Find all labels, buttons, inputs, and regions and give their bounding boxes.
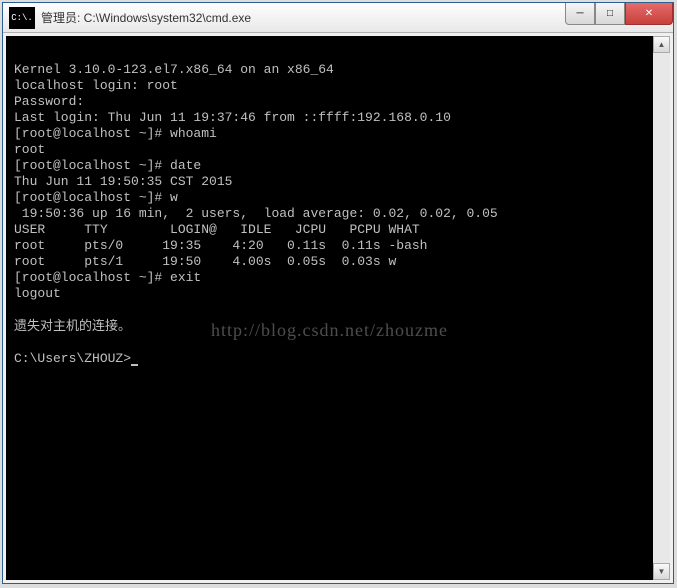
arrow-up-icon: ▲ (658, 40, 666, 49)
terminal-line-connection-lost: 遗失对主机的连接。 (14, 318, 131, 333)
terminal-line: Last login: Thu Jun 11 19:37:46 from ::f… (14, 110, 451, 125)
terminal-line: root pts/0 19:35 4:20 0.11s 0.11s -bash (14, 238, 427, 253)
terminal-line: [root@localhost ~]# whoami (14, 126, 217, 141)
terminal-line: Kernel 3.10.0-123.el7.x86_64 on an x86_6… (14, 62, 334, 77)
terminal-line: Password: (14, 94, 84, 109)
client-area: Kernel 3.10.0-123.el7.x86_64 on an x86_6… (3, 33, 673, 583)
maximize-icon: □ (607, 8, 613, 19)
scrollbar-track[interactable] (653, 53, 670, 563)
minimize-icon: ─ (576, 8, 583, 19)
arrow-down-icon: ▼ (658, 567, 666, 576)
terminal-line: Thu Jun 11 19:50:35 CST 2015 (14, 174, 232, 189)
close-icon: ✕ (645, 8, 653, 19)
titlebar[interactable]: C:\. 管理员: C:\Windows\system32\cmd.exe ─ … (3, 3, 673, 33)
terminal-prompt: C:\Users\ZHOUZ> (14, 351, 131, 366)
window-controls: ─ □ ✕ (565, 3, 673, 25)
scrollbar[interactable]: ▲ ▼ (653, 36, 670, 580)
terminal-line: USER TTY LOGIN@ IDLE JCPU PCPU WHAT (14, 222, 420, 237)
cursor (131, 364, 138, 366)
scroll-down-button[interactable]: ▼ (653, 563, 670, 580)
terminal-line: 19:50:36 up 16 min, 2 users, load averag… (14, 206, 498, 221)
close-button[interactable]: ✕ (625, 3, 673, 25)
terminal-line: [root@localhost ~]# w (14, 190, 178, 205)
terminal-line: [root@localhost ~]# exit (14, 270, 201, 285)
scroll-up-button[interactable]: ▲ (653, 36, 670, 53)
app-icon-text: C:\. (11, 13, 33, 23)
terminal-line: localhost login: root (14, 78, 178, 93)
terminal-line: logout (14, 286, 61, 301)
cmd-window: C:\. 管理员: C:\Windows\system32\cmd.exe ─ … (2, 2, 674, 584)
terminal-line: root (14, 142, 45, 157)
minimize-button[interactable]: ─ (565, 3, 595, 25)
maximize-button[interactable]: □ (595, 3, 625, 25)
window-title: 管理员: C:\Windows\system32\cmd.exe (41, 9, 565, 26)
terminal-output[interactable]: Kernel 3.10.0-123.el7.x86_64 on an x86_6… (6, 36, 653, 580)
terminal-line: [root@localhost ~]# date (14, 158, 201, 173)
app-icon[interactable]: C:\. (9, 7, 35, 29)
terminal-line: root pts/1 19:50 4.00s 0.05s 0.03s w (14, 254, 396, 269)
